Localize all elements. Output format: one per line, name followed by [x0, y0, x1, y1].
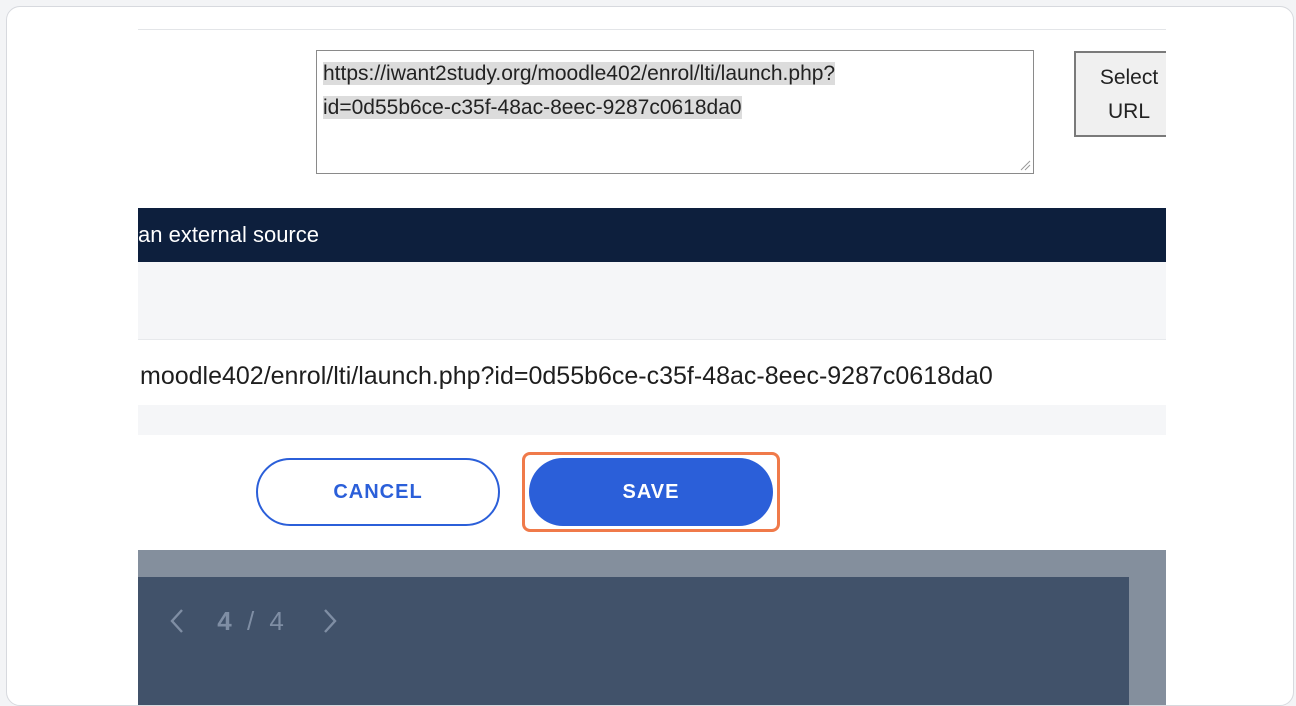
chevron-right-icon[interactable]: [323, 608, 337, 634]
pager-total: 4: [269, 606, 284, 637]
section-header: an external source: [138, 208, 1166, 262]
dialog-viewport: https://iwant2study.org/moodle402/enrol/…: [138, 7, 1166, 705]
url-line-1: https://iwant2study.org/moodle402/enrol/…: [323, 62, 836, 85]
launch-url-row: moodle402/enrol/lti/launch.php?id=0d55b6…: [138, 340, 1166, 405]
select-url-label-1: Select: [1099, 66, 1159, 89]
select-url-button[interactable]: Select URL: [1074, 51, 1166, 137]
launch-url-text: moodle402/enrol/lti/launch.php?id=0d55b6…: [140, 362, 993, 390]
launch-url-textarea[interactable]: https://iwant2study.org/moodle402/enrol/…: [316, 50, 1034, 174]
chevron-left-icon[interactable]: [170, 608, 184, 634]
select-url-label-2: URL: [1107, 100, 1150, 123]
divider: [138, 29, 1166, 30]
pager-current: 4: [217, 606, 232, 637]
cancel-button[interactable]: CANCEL: [256, 458, 500, 526]
table-row-empty: [138, 405, 1166, 435]
pager-separator: /: [246, 606, 255, 637]
url-line-2: id=0d55b6ce-c35f-48ac-8eec-9287c0618da0: [323, 96, 742, 119]
screenshot-card: https://iwant2study.org/moodle402/enrol/…: [6, 6, 1294, 706]
save-button[interactable]: SAVE: [529, 458, 773, 526]
section-header-title: an external source: [138, 222, 319, 247]
pager: 4 / 4: [170, 597, 337, 641]
table-row-empty: [138, 262, 1166, 339]
resize-grip-icon[interactable]: [1019, 159, 1031, 171]
